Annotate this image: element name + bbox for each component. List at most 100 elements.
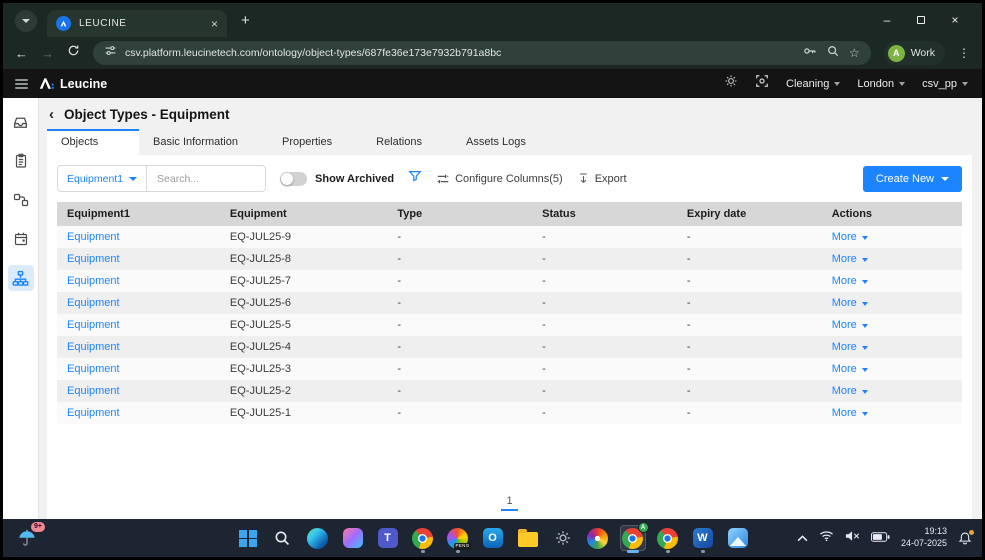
minimize-button[interactable]: – bbox=[870, 3, 904, 37]
object-link[interactable]: Equipment bbox=[67, 231, 120, 243]
filter-funnel-icon[interactable] bbox=[408, 169, 422, 188]
more-button[interactable]: More bbox=[832, 297, 868, 309]
battery-icon bbox=[870, 532, 890, 542]
chrome-button[interactable] bbox=[410, 525, 436, 553]
ontology-sitemap-icon bbox=[12, 270, 29, 286]
more-button[interactable]: More bbox=[832, 363, 868, 375]
battery-button[interactable] bbox=[870, 529, 890, 547]
chevron-down-icon bbox=[861, 390, 868, 394]
create-new-button[interactable]: Create New bbox=[862, 165, 962, 192]
browser-tab[interactable]: LEUCINE × bbox=[47, 10, 227, 37]
taskbar-search-button[interactable] bbox=[270, 525, 296, 551]
tab-close-icon[interactable]: × bbox=[211, 18, 218, 30]
app-header: Leucine Cleaning London csv_pp bbox=[3, 69, 982, 98]
word-button[interactable]: W bbox=[690, 525, 716, 553]
tray-chevron-button[interactable] bbox=[797, 529, 808, 547]
chevron-down-icon bbox=[941, 176, 949, 181]
object-link[interactable]: Equipment bbox=[67, 319, 120, 331]
object-link[interactable]: Equipment bbox=[67, 363, 120, 375]
tab-objects[interactable]: Objects bbox=[47, 129, 139, 155]
restore-button[interactable] bbox=[904, 3, 938, 37]
notification-bell-button[interactable] bbox=[958, 529, 974, 546]
settings-icon[interactable] bbox=[724, 74, 738, 93]
chevron-down-icon bbox=[861, 368, 868, 372]
restore-icon bbox=[917, 16, 925, 24]
start-button[interactable] bbox=[235, 525, 261, 551]
use-case-dropdown[interactable]: Cleaning bbox=[786, 78, 841, 90]
more-button[interactable]: More bbox=[832, 385, 868, 397]
teams-button[interactable]: T bbox=[375, 525, 401, 551]
weather-widget-button[interactable]: 9+ bbox=[13, 522, 45, 552]
facility-dropdown[interactable]: London bbox=[857, 78, 906, 90]
sidebar-item-checklists[interactable] bbox=[8, 148, 34, 174]
more-button[interactable]: More bbox=[832, 231, 868, 243]
page-tabs: Objects Basic Information Properties Rel… bbox=[39, 129, 982, 155]
zoom-icon[interactable] bbox=[827, 44, 839, 62]
object-id: EQ-JUL25-8 bbox=[229, 253, 292, 265]
copilot-button[interactable] bbox=[340, 525, 366, 551]
browser-menu-button[interactable]: ⋮ bbox=[958, 46, 970, 60]
more-button[interactable]: More bbox=[832, 253, 868, 265]
object-link[interactable]: Equipment bbox=[67, 341, 120, 353]
more-button[interactable]: More bbox=[832, 275, 868, 287]
configure-columns-button[interactable]: Configure Columns(5) bbox=[436, 172, 563, 186]
paint-button[interactable] bbox=[585, 525, 611, 551]
search-input[interactable] bbox=[147, 166, 266, 191]
browser-profile-chip[interactable]: A Work bbox=[883, 41, 945, 65]
sidebar-item-scheduler[interactable] bbox=[8, 226, 34, 252]
scan-icon[interactable] bbox=[755, 74, 769, 93]
settings-button[interactable] bbox=[550, 525, 576, 551]
bookmark-star-icon[interactable]: ☆ bbox=[849, 46, 860, 60]
chrome-icon bbox=[412, 527, 433, 549]
outlook-button[interactable]: O bbox=[480, 525, 506, 551]
photos-button[interactable] bbox=[725, 525, 751, 551]
filter-type-dropdown[interactable]: Equipment1 bbox=[58, 166, 148, 191]
volume-button[interactable] bbox=[845, 529, 860, 547]
tab-basic-information[interactable]: Basic Information bbox=[139, 129, 268, 155]
taskbar-clock[interactable]: 19:13 24-07-2025 bbox=[901, 526, 947, 549]
app-sidebar bbox=[3, 98, 39, 519]
object-link[interactable]: Equipment bbox=[67, 385, 120, 397]
cell-type: - bbox=[397, 341, 401, 353]
clock-time: 19:13 bbox=[924, 526, 947, 537]
edge-button[interactable] bbox=[305, 525, 331, 551]
tab-assets-logs[interactable]: Assets Logs bbox=[452, 129, 556, 155]
wifi-button[interactable] bbox=[819, 529, 834, 547]
tune-icon[interactable] bbox=[104, 44, 117, 62]
back-button[interactable]: ← bbox=[15, 46, 28, 61]
more-button[interactable]: More bbox=[832, 341, 868, 353]
forward-button[interactable]: → bbox=[41, 46, 54, 61]
close-button[interactable]: × bbox=[938, 3, 972, 37]
more-button[interactable]: More bbox=[832, 319, 868, 331]
pagination: 1 bbox=[47, 487, 972, 519]
main-content: ‹ Object Types - Equipment Objects Basic… bbox=[39, 98, 982, 519]
tab-search-button[interactable] bbox=[15, 10, 37, 32]
object-link[interactable]: Equipment bbox=[67, 407, 120, 419]
show-archived-toggle[interactable] bbox=[280, 171, 308, 186]
tab-relations[interactable]: Relations bbox=[362, 129, 452, 155]
tab-properties[interactable]: Properties bbox=[268, 129, 362, 155]
object-link[interactable]: Equipment bbox=[67, 275, 120, 287]
chrome-work-button[interactable]: A bbox=[619, 522, 649, 553]
browser-tab-strip: LEUCINE × + – × bbox=[3, 3, 982, 37]
chevron-down-icon bbox=[22, 19, 30, 23]
chrome-secondary-button[interactable] bbox=[655, 525, 681, 553]
more-button[interactable]: More bbox=[832, 407, 868, 419]
copilot-365-button[interactable]: PENG bbox=[445, 525, 471, 553]
reload-button[interactable] bbox=[67, 44, 80, 62]
back-chevron-icon[interactable]: ‹ bbox=[49, 107, 54, 122]
export-button[interactable]: Export bbox=[577, 172, 627, 185]
key-icon[interactable] bbox=[803, 44, 817, 62]
page-1-button[interactable]: 1 bbox=[501, 494, 518, 511]
object-link[interactable]: Equipment bbox=[67, 297, 120, 309]
account-dropdown[interactable]: csv_pp bbox=[922, 78, 968, 90]
chevron-down-icon bbox=[861, 302, 868, 306]
sidebar-toggle-button[interactable] bbox=[3, 77, 39, 91]
url-omnibox[interactable]: csv.platform.leucinetech.com/ontology/ob… bbox=[93, 41, 871, 65]
sidebar-item-ontology[interactable] bbox=[7, 265, 34, 291]
object-link[interactable]: Equipment bbox=[67, 253, 120, 265]
sidebar-item-inbox[interactable] bbox=[8, 109, 34, 135]
new-tab-button[interactable]: + bbox=[241, 12, 250, 29]
sidebar-item-processes[interactable] bbox=[8, 187, 34, 213]
file-explorer-button[interactable] bbox=[515, 525, 541, 551]
